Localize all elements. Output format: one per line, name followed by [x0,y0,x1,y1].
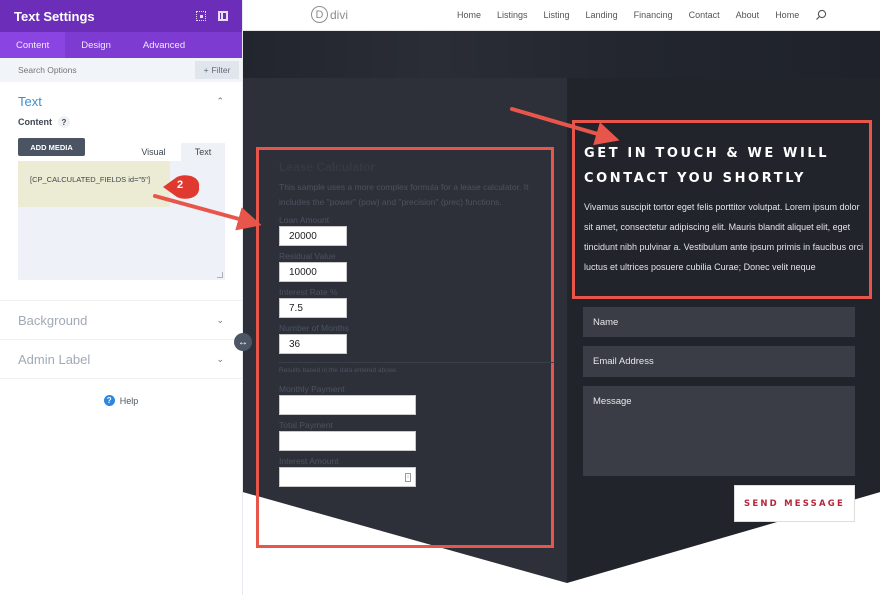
section-text-title: Text [18,93,42,109]
monthly-payment-label: Monthly Payment [279,384,345,394]
shortcode-text: [CP_CALCULATED_FIELDS id="5"] [18,161,170,207]
logo-text: divi [330,7,349,22]
contact-intro: GET IN TOUCH & WE WILL CONTACT YOU SHORT… [572,120,872,299]
nav-item-contact[interactable]: Contact [689,10,720,20]
resize-grip-icon[interactable] [217,272,223,278]
monthly-payment-field[interactable] [279,395,416,415]
content-label-text: Content [18,117,52,127]
section-background-title: Background [18,312,88,328]
content-editor: ADD MEDIA Visual Text [CP_CALCULATED_FIE… [18,138,225,280]
annotation-step-badge: 2 [163,175,201,199]
filter-button[interactable]: + Filter [195,61,239,79]
tab-advanced[interactable]: Advanced [127,32,201,58]
chevron-down-icon: ⌄ [216,314,224,325]
nav-item-home[interactable]: Home [457,10,481,20]
panel-resize-handle[interactable]: ↔ [234,333,252,351]
search-options-input[interactable] [18,65,195,75]
divider [279,362,555,363]
section-admin-label: Admin Label ⌄ [0,340,242,379]
section-admin-label-title: Admin Label [18,351,91,367]
calculator-title: Lease Calculator [279,160,376,174]
nav-item-listings[interactable]: Listings [497,10,528,20]
site-logo[interactable]: D divi [311,6,348,23]
section-text-toggle[interactable]: Text ⌃ [18,82,224,120]
number-of-months-input[interactable]: 36 [279,334,347,354]
filter-label: Filter [211,65,231,75]
name-input[interactable]: Name [583,307,855,337]
lease-calculator-form: Lease Calculator This sample uses a more… [256,147,555,548]
total-payment-field[interactable] [279,431,416,451]
search-icon[interactable] [815,9,827,21]
calculator-description: This sample uses a more complex formula … [279,182,529,207]
interest-amount-field[interactable]: ↕ [279,467,416,487]
badge-number: 2 [177,179,184,191]
chevron-down-icon: ⌄ [216,353,224,364]
nav-item-listing[interactable]: Listing [544,10,570,20]
text-settings-panel: Text Settings Content Design Advanced + … [0,0,243,595]
spinner-icon[interactable]: ↕ [405,473,411,482]
search-options-row: + Filter [0,58,242,82]
hero-background [243,31,880,78]
add-media-button[interactable]: ADD MEDIA [18,138,85,156]
interest-rate-input[interactable]: 7.5 [279,298,347,318]
help-link[interactable]: ? Help [0,395,242,406]
nav-item-landing[interactable]: Landing [586,10,618,20]
email-input[interactable]: Email Address [583,346,855,377]
contact-body: Vivamus suscipit tortor eget felis portt… [584,202,864,272]
section-text: Text ⌃ Content ? ADD MEDIA Visual Text [… [0,82,242,301]
tab-content[interactable]: Content [0,32,66,58]
contact-title-line-2: CONTACT YOU SHORTLY [584,171,807,186]
section-background-toggle[interactable]: Background ⌄ [18,301,224,339]
contact-title-line-1: GET IN TOUCH & WE WILL [584,146,830,161]
builder-screen: Text Settings Content Design Advanced + … [0,0,880,595]
residual-value-input[interactable]: 10000 [279,262,347,282]
content-label: Content ? [18,116,224,128]
editor-tab-visual[interactable]: Visual [128,143,179,161]
panel-title: Text Settings [14,8,95,24]
editor-tab-text[interactable]: Text [181,143,225,161]
nav-item-about[interactable]: About [736,10,760,20]
nav-item-financing[interactable]: Financing [634,10,673,20]
plus-icon: + [203,65,209,75]
nav-item-home-2[interactable]: Home [775,10,799,20]
site-header: D divi Home Listings Listing Landing Fin… [243,0,880,31]
section-background: Background ⌄ [0,301,242,340]
content-band: Lease Calculator This sample uses a more… [243,78,880,583]
logo-mark: D [311,6,328,23]
help-label: Help [119,395,139,406]
message-textarea[interactable]: Message [583,386,855,476]
results-note: Results based in the data entered above. [279,367,398,374]
panel-header: Text Settings [0,0,242,32]
help-icon: ? [103,395,115,406]
section-admin-label-toggle[interactable]: Admin Label ⌄ [18,340,224,378]
interest-rate-label: Interest Rate % [279,287,338,297]
loan-amount-input[interactable]: 20000 [279,226,347,246]
total-payment-label: Total Payment [279,420,333,430]
interest-amount-label: Interest Amount [279,456,339,466]
number-of-months-label: Number of Months [279,323,349,333]
panel-tabs: Content Design Advanced [0,32,242,58]
send-message-button[interactable]: SEND MESSAGE [734,485,855,522]
help-question-icon[interactable]: ? [58,116,70,128]
loan-amount-label: Loan Amount [279,215,330,225]
split-view-icon[interactable] [218,11,228,21]
tab-design[interactable]: Design [65,32,127,58]
chevron-up-icon: ⌃ [216,95,224,106]
residual-value-label: Residual Value [279,251,336,261]
site-preview: D divi Home Listings Listing Landing Fin… [243,0,880,595]
main-menu: Home Listings Listing Landing Financing … [457,10,815,20]
expand-icon[interactable] [196,11,206,21]
